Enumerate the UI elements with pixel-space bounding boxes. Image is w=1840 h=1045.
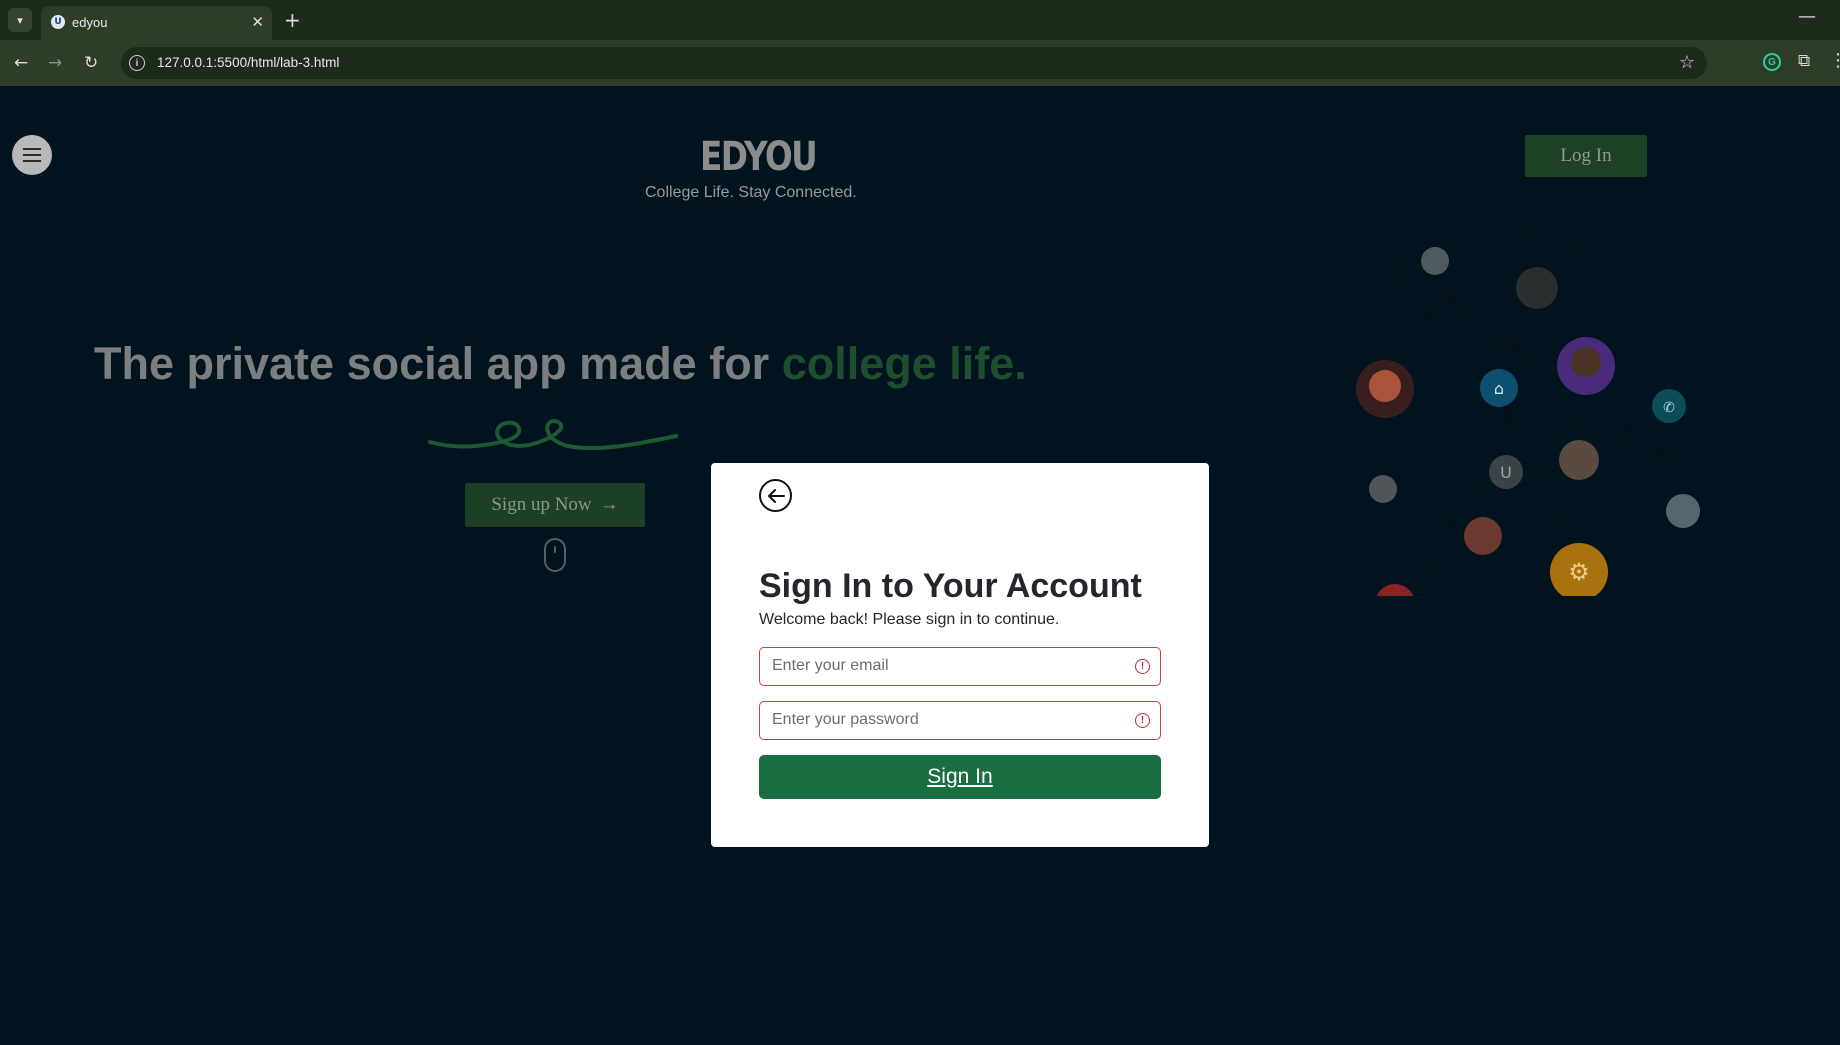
menu-bar bbox=[23, 154, 41, 156]
modal-title: Sign In to Your Account bbox=[759, 567, 1142, 605]
new-tab-icon[interactable]: + bbox=[284, 8, 301, 32]
password-field[interactable]: ! bbox=[759, 701, 1161, 740]
svg-text:✆: ✆ bbox=[1663, 400, 1675, 416]
arrow-right-icon: → bbox=[599, 494, 619, 515]
logo: EDYOU bbox=[700, 134, 818, 180]
address-bar[interactable]: i 127.0.0.1:5500/html/lab-3.html ☆ bbox=[121, 47, 1707, 79]
svg-text:⚙: ⚙ bbox=[1568, 558, 1590, 586]
back-arrow-icon[interactable] bbox=[759, 479, 792, 512]
forward-icon[interactable]: → bbox=[48, 53, 62, 73]
reload-icon[interactable]: ↻ bbox=[84, 53, 98, 73]
hero-headline: The private social app made for college … bbox=[94, 338, 1027, 390]
login-button[interactable]: Log In bbox=[1525, 135, 1647, 177]
signin-modal: Sign In to Your Account Welcome back! Pl… bbox=[711, 463, 1209, 847]
signin-button[interactable]: Sign In bbox=[759, 755, 1161, 799]
squiggle-decoration bbox=[428, 419, 678, 451]
arrow-left-glyph bbox=[767, 488, 785, 503]
menu-bar bbox=[23, 160, 41, 162]
minimize-icon[interactable]: — bbox=[1798, 6, 1816, 27]
page-viewport: EDYOU College Life. Stay Connected. Log … bbox=[0, 86, 1840, 1045]
more-icon[interactable]: ⋮ bbox=[1829, 50, 1840, 71]
svg-text:⌂: ⌂ bbox=[1494, 379, 1504, 398]
modal-subtitle: Welcome back! Please sign in to continue… bbox=[759, 611, 1060, 628]
hero-headline-main: The private social app made for bbox=[94, 338, 782, 389]
back-icon[interactable]: ← bbox=[14, 53, 28, 73]
tab-title: edyou bbox=[72, 15, 108, 30]
browser-tab[interactable]: U edyou ✕ bbox=[41, 6, 272, 40]
scroll-mouse-icon bbox=[544, 538, 566, 572]
star-icon[interactable]: ☆ bbox=[1679, 52, 1695, 73]
alert-icon: ! bbox=[1135, 713, 1150, 728]
close-icon[interactable]: ✕ bbox=[251, 13, 264, 31]
grammarly-icon[interactable]: G bbox=[1763, 53, 1781, 71]
tab-favicon-icon: U bbox=[51, 15, 65, 29]
browser-tab-bar: ▾ U edyou ✕ + — bbox=[0, 0, 1840, 40]
extensions-icon[interactable]: ⧉ bbox=[1798, 51, 1810, 71]
browser-toolbar: ← → ↻ i 127.0.0.1:5500/html/lab-3.html ☆… bbox=[0, 40, 1840, 86]
email-field[interactable]: ! bbox=[759, 647, 1161, 686]
network-illustration: ⌂ ✆ U ⚙ bbox=[1330, 197, 1700, 596]
tagline: College Life. Stay Connected. bbox=[645, 184, 857, 201]
signup-label: Sign up Now bbox=[491, 494, 592, 515]
tab-list-icon[interactable]: ▾ bbox=[8, 8, 32, 32]
signup-button[interactable]: Sign up Now → bbox=[465, 483, 645, 527]
menu-icon[interactable] bbox=[12, 135, 52, 175]
avatar-group: ⌂ ✆ U ⚙ bbox=[1356, 247, 1700, 596]
site-info-icon[interactable]: i bbox=[129, 55, 145, 71]
alert-icon: ! bbox=[1135, 659, 1150, 674]
password-input[interactable] bbox=[772, 702, 1122, 738]
email-input[interactable] bbox=[772, 648, 1122, 684]
menu-bar bbox=[23, 148, 41, 150]
svg-text:U: U bbox=[1500, 463, 1512, 482]
hero-headline-accent: college life. bbox=[781, 338, 1027, 389]
url-text: 127.0.0.1:5500/html/lab-3.html bbox=[157, 55, 340, 70]
